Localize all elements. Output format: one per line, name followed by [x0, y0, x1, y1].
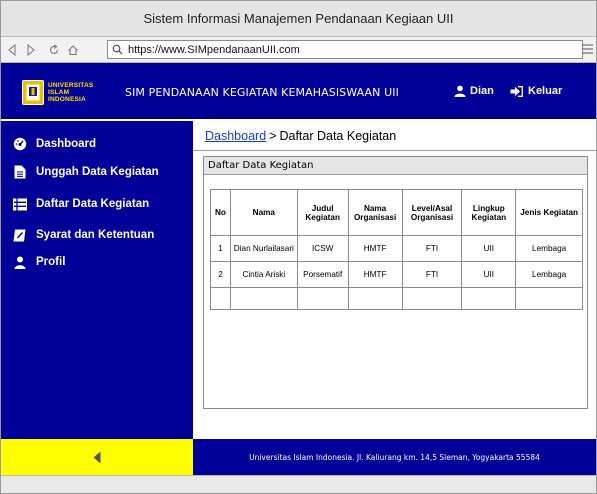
table-cell: Cintia Ariski: [229, 261, 298, 288]
breadcrumb: Dashboard > Daftar Data Kegiatan: [193, 121, 596, 151]
sidebar-item-profile[interactable]: Profil: [13, 255, 65, 269]
logo-line: ISLAM: [48, 88, 70, 96]
dashboard-icon: [13, 137, 27, 151]
back-icon[interactable]: [3, 41, 20, 58]
university-logo[interactable]: UNIVERSITAS ISLAM INDONESIA: [22, 79, 108, 105]
column-header: Jenis Kegiatan: [515, 189, 583, 236]
sidebar-item-terms[interactable]: Syarat dan Ketentuan: [13, 228, 154, 242]
collapse-sidebar-button[interactable]: [1, 439, 193, 475]
table-cell: [296, 287, 349, 310]
table-cell: HMTF: [347, 261, 403, 288]
hamburger-menu-icon[interactable]: [582, 43, 593, 55]
table-cell: [347, 287, 403, 310]
panel-title: Daftar Data Kegiatan: [204, 157, 587, 175]
column-header: No: [210, 189, 231, 236]
column-header: Level/Asal Organisasi: [401, 189, 463, 236]
table-cell: ICSW: [296, 235, 349, 262]
table-cell: [401, 287, 463, 310]
edit-icon: [13, 228, 27, 242]
table-cell: [515, 287, 583, 310]
table-cell: UII: [461, 235, 517, 262]
chevron-left-icon: [93, 451, 101, 463]
search-icon: [112, 44, 123, 55]
table-cell: [461, 287, 517, 310]
table-cell: Lembaga: [515, 261, 583, 288]
sidebar-item-dashboard[interactable]: Dashboard: [13, 137, 96, 151]
table-cell: Porsematif: [296, 261, 349, 288]
address-bar: https://www.SIMpendanaanUII.com: [1, 37, 596, 63]
table-cell: UII: [461, 261, 517, 288]
table-cell: 2: [210, 261, 231, 288]
logout-icon: [510, 85, 523, 97]
table-row[interactable]: 1 Dian Nurlailasari ICSW HMTF FTI UII Le…: [210, 235, 583, 262]
table-row[interactable]: 2 Cintia Ariski Porsematif HMTF FTI UII …: [210, 261, 583, 288]
logout-label: Keluar: [528, 85, 563, 97]
logo-line: UNIVERSITAS: [48, 81, 94, 89]
window-title: Sistem Informasi Manajemen Pendanaan Keg…: [1, 1, 596, 37]
table-header-row: No Nama Judul Kegiatan Nama Organisasi L…: [210, 189, 583, 236]
sidebar-item-label: Dashboard: [36, 138, 97, 150]
data-panel: Daftar Data Kegiatan No Nama Judul Kegia…: [203, 156, 588, 409]
browser-window: Sistem Informasi Manajemen Pendanaan Keg…: [0, 0, 597, 494]
url-text: https://www.SIMpendanaanUII.com: [128, 43, 300, 56]
sidebar-item-upload[interactable]: Unggah Data Kegiatan: [13, 165, 159, 179]
logo-line: INDONESIA: [48, 95, 86, 103]
activity-table: No Nama Judul Kegiatan Nama Organisasi L…: [210, 189, 583, 310]
document-icon: [13, 165, 27, 179]
reload-icon[interactable]: [45, 41, 62, 58]
forward-icon[interactable]: [22, 41, 39, 58]
table-cell: FTI: [401, 235, 463, 262]
column-header: Nama: [229, 189, 298, 236]
sidebar-item-label: Daftar Data Kegiatan: [36, 198, 150, 210]
breadcrumb-separator: >: [269, 128, 277, 143]
user-name: Dian: [470, 85, 494, 97]
column-header: Lingkup Kegiatan: [461, 189, 517, 236]
breadcrumb-link-dashboard[interactable]: Dashboard: [205, 129, 266, 143]
breadcrumb-current: Daftar Data Kegiatan: [279, 128, 397, 143]
column-header: Nama Organisasi: [347, 189, 403, 236]
footer: Universitas Islam Indonesia. Jl. Kaliura…: [193, 439, 596, 475]
app-header: UNIVERSITAS ISLAM INDONESIA SIM PENDANAA…: [1, 63, 596, 119]
user-icon: [454, 85, 466, 97]
sidebar-item-label: Profil: [36, 256, 66, 268]
table-cell: Dian Nurlailasari: [229, 235, 298, 262]
status-bar: [1, 475, 596, 493]
sidebar: Dashboard Unggah Data Kegiatan Daftar Da…: [1, 121, 193, 439]
user-menu[interactable]: Dian: [454, 85, 494, 97]
table-cell: FTI: [401, 261, 463, 288]
table-cell: [210, 287, 231, 310]
sidebar-item-label: Unggah Data Kegiatan: [36, 166, 159, 178]
app-title: SIM PENDANAAN KEGIATAN KEMAHASISWAAN UII: [125, 86, 399, 99]
sidebar-item-list[interactable]: Daftar Data Kegiatan: [13, 197, 149, 211]
list-icon: [13, 197, 27, 211]
table-row-empty: [210, 287, 583, 310]
main-content: Dashboard > Daftar Data Kegiatan Daftar …: [193, 121, 596, 439]
table-cell: HMTF: [347, 235, 403, 262]
table-cell: [229, 287, 298, 310]
table-cell: Lembaga: [515, 235, 583, 262]
footer-address: Universitas Islam Indonesia. Jl. Kaliura…: [249, 452, 540, 462]
logout-button[interactable]: Keluar: [510, 85, 562, 97]
column-header: Judul Kegiatan: [296, 189, 349, 236]
url-input[interactable]: https://www.SIMpendanaanUII.com: [107, 40, 583, 59]
table-cell: 1: [210, 235, 231, 262]
user-icon: [13, 255, 27, 269]
home-icon[interactable]: [64, 41, 81, 58]
sidebar-item-label: Syarat dan Ketentuan: [36, 229, 155, 241]
university-seal-icon: [22, 79, 44, 105]
